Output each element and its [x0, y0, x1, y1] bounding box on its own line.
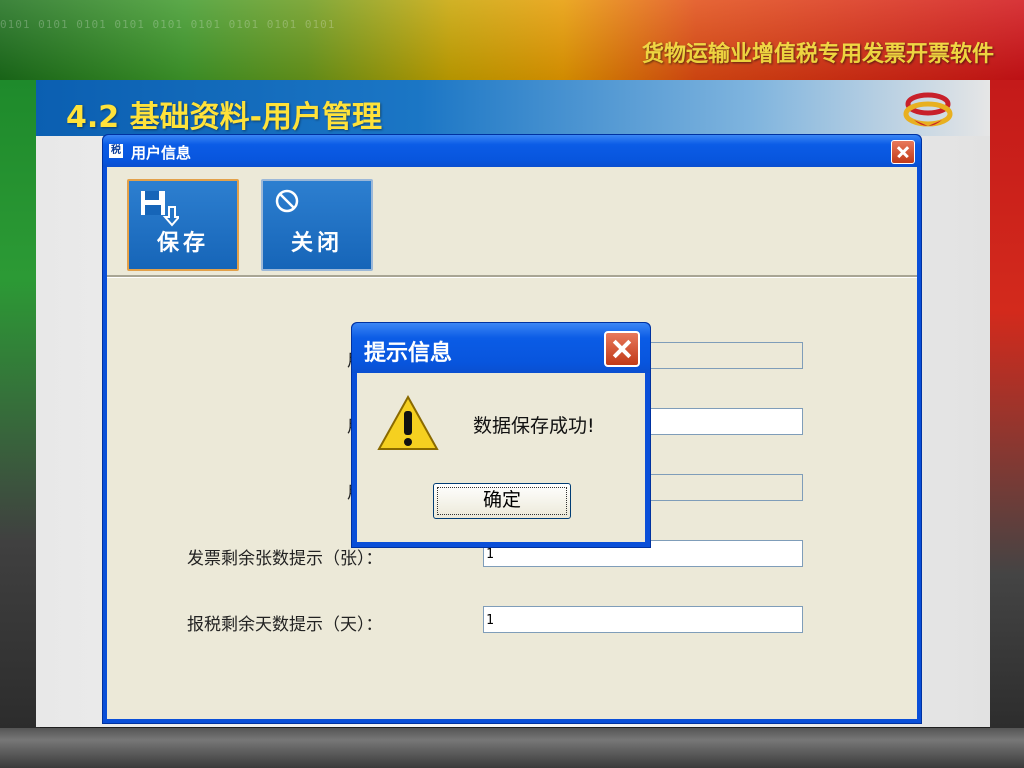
app-title: 货物运输业增值税专用发票开票软件 [641, 42, 994, 67]
window-title: 用户信息 [131, 144, 192, 162]
brand-logo-icon [903, 92, 953, 127]
save-icon [141, 191, 179, 227]
dialog-body: 数据保存成功! 确定 [357, 373, 645, 542]
right-decoration [990, 80, 1024, 740]
tax-days-remaining-label: 报税剩余天数提示（天）： [187, 615, 383, 635]
window-close-button[interactable] [891, 140, 915, 164]
dialog-title: 提示信息 [364, 341, 453, 366]
tax-days-remaining-field[interactable]: 1 [483, 606, 803, 633]
save-button[interactable]: 保存 [127, 179, 239, 271]
decorative-binary-text: 0101 0101 0101 0101 0101 0101 0101 0101 … [0, 18, 336, 31]
ok-button[interactable]: 确定 [433, 483, 571, 519]
prohibited-icon [275, 189, 299, 213]
dialog-titlebar[interactable]: 提示信息 [352, 323, 650, 373]
window-titlebar[interactable]: 税 用户信息 [103, 135, 921, 167]
tax-app-icon: 税 [109, 144, 123, 158]
slide-header: 4.2 基础资料-用户管理 [36, 80, 990, 136]
close-button[interactable]: 关闭 [261, 179, 373, 271]
top-banner: 0101 0101 0101 0101 0101 0101 0101 0101 … [0, 0, 1024, 80]
close-button-label: 关闭 [290, 231, 343, 256]
warning-icon [377, 394, 439, 450]
form-row: 报税剩余天数提示（天）： 1 [107, 606, 919, 635]
left-decoration [0, 80, 40, 740]
section-title: 4.2 基础资料-用户管理 [66, 100, 383, 135]
dialog-close-button[interactable] [604, 331, 640, 367]
dialog-message: 数据保存成功! [473, 415, 595, 437]
save-button-label: 保存 [156, 231, 209, 256]
message-dialog: 提示信息 数据保存成功! 确定 [351, 322, 651, 548]
toolbar: 保存 关闭 [107, 167, 917, 277]
bottom-decoration [0, 728, 1024, 768]
